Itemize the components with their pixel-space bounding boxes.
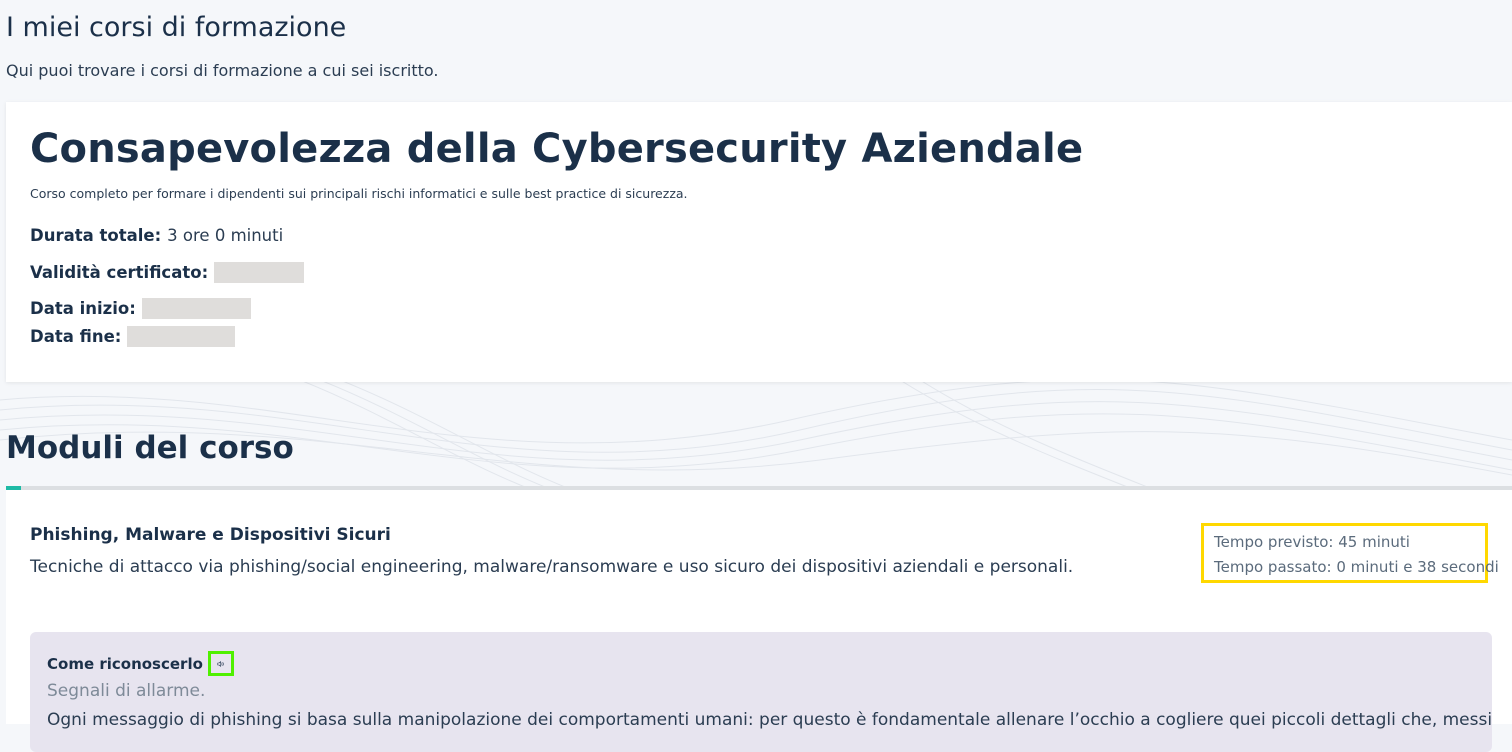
certificate-validity-redacted xyxy=(214,262,305,283)
lesson-card: Come riconoscerlo Segnali di allarme. Og… xyxy=(30,632,1492,752)
course-title: Consapevolezza della Cybersecurity Azien… xyxy=(30,126,1084,172)
lesson-text: Ogni messaggio di phishing si basa sulla… xyxy=(47,710,1493,730)
speaker-icon xyxy=(217,660,224,667)
page-title: I miei corsi di formazione xyxy=(6,12,347,43)
duration-row: Durata totale: 3 ore 0 minuti xyxy=(30,226,283,245)
end-date-redacted xyxy=(127,326,236,347)
start-date-redacted xyxy=(141,298,251,319)
start-date-label: Data inizio: xyxy=(30,299,136,318)
course-description: Corso completo per formare i dipendenti … xyxy=(30,186,688,201)
duration-value: 3 ore 0 minuti xyxy=(167,226,284,245)
course-card: Consapevolezza della Cybersecurity Azien… xyxy=(6,102,1512,382)
modules-section-title: Moduli del corso xyxy=(6,430,294,466)
module-description: Tecniche di attacco via phishing/social … xyxy=(30,557,1074,577)
module-title: Phishing, Malware e Dispositivi Sicuri xyxy=(30,525,391,545)
module-card: Phishing, Malware e Dispositivi Sicuri T… xyxy=(6,490,1512,752)
page-subtitle: Qui puoi trovare i corsi di formazione a… xyxy=(6,61,439,80)
lesson-subtitle: Segnali di allarme. xyxy=(47,681,206,701)
duration-label: Durata totale: xyxy=(30,226,162,245)
lesson-header: Come riconoscerlo xyxy=(47,651,234,676)
end-date-label: Data fine: xyxy=(30,327,122,346)
elapsed-time: Tempo passato: 0 minuti e 38 secondi xyxy=(1214,558,1499,576)
certificate-validity-label: Validità certificato: xyxy=(30,263,209,282)
certificate-validity-row: Validità certificato: xyxy=(30,262,305,283)
module-time-info: Tempo previsto: 45 minuti Tempo passato:… xyxy=(1201,523,1499,583)
lesson-title: Come riconoscerlo xyxy=(47,654,203,673)
start-date-row: Data inizio: xyxy=(30,298,251,319)
end-date-row: Data fine: xyxy=(30,326,236,347)
expected-time: Tempo previsto: 45 minuti xyxy=(1214,533,1410,551)
audio-play-button[interactable] xyxy=(207,651,234,676)
